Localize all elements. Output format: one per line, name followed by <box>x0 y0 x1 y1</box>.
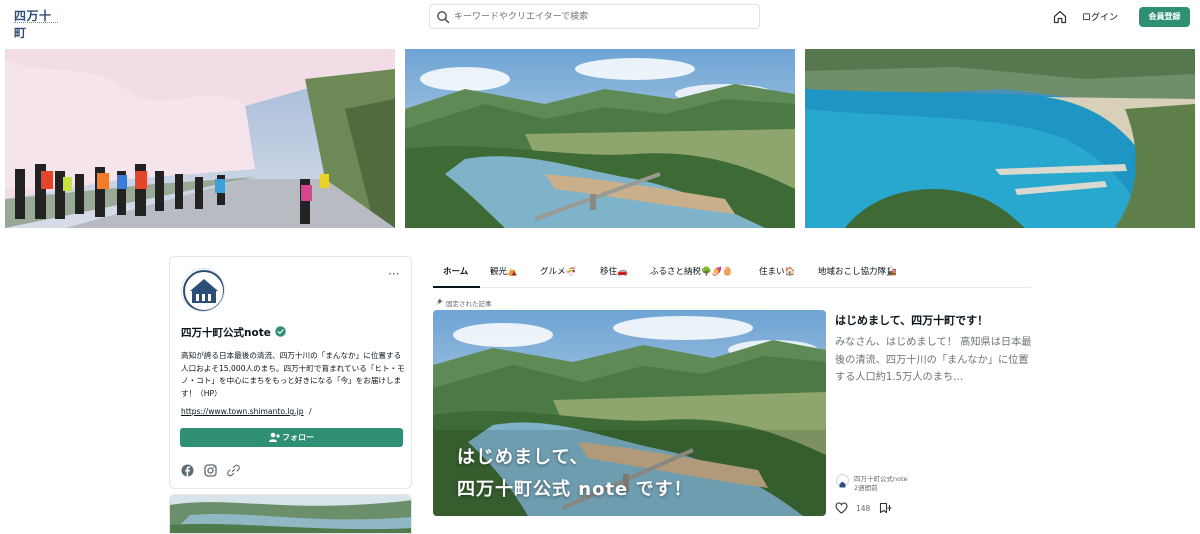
add-to-magazine-icon[interactable] <box>879 502 893 514</box>
profile-card: ··· 四万十町公式note 高知が誇る日本最後の清流、四万十川の「まんなか」に… <box>169 256 412 489</box>
article-excerpt: みなさん、はじめまして！ 高知県は日本最後の清流、四万十川の「まんなか」に位置す… <box>835 337 1032 383</box>
avatar[interactable] <box>181 268 225 312</box>
heart-icon[interactable] <box>835 502 848 514</box>
thumbnail-caption-line1: はじめまして、 <box>457 447 589 468</box>
pin-icon <box>436 298 443 306</box>
author-avatar[interactable] <box>836 474 849 488</box>
pinned-article-label: 固定された記事 <box>446 300 492 308</box>
profile-name[interactable]: 四万十町公式note <box>181 325 271 340</box>
tab-gourmet[interactable]: グルメ🍜 <box>540 265 576 277</box>
profile-bio: 高知が誇る日本最後の清流、四万十川の「まんなか」に位置する人口およそ15,000… <box>181 351 405 399</box>
like-count: 148 <box>856 504 871 513</box>
tab-housing[interactable]: 住まい🏠 <box>759 265 795 277</box>
tab-home[interactable]: ホーム <box>443 265 468 277</box>
search-box[interactable] <box>429 4 760 29</box>
site-logo[interactable]: 四万十町 <box>14 7 58 40</box>
top-header: 四万十町 ログイン 会員登録 <box>0 0 1200 40</box>
tab-sightseeing[interactable]: 観光⛺ <box>490 265 518 277</box>
tab-relocation[interactable]: 移住🚗 <box>600 265 628 277</box>
profile-url-link[interactable]: https://www.town.shimanto.lg.jp <box>181 407 304 416</box>
post-time: 2週間前 <box>854 484 878 492</box>
login-link[interactable]: ログイン <box>1082 10 1118 23</box>
verified-icon <box>275 326 286 337</box>
follow-label: フォロー <box>282 433 314 442</box>
banner-image-river <box>405 49 795 228</box>
active-tab-underline <box>433 286 480 288</box>
more-options-button[interactable]: ··· <box>388 267 399 281</box>
home-icon[interactable] <box>1052 9 1068 25</box>
logo-underline <box>14 22 58 25</box>
signup-button[interactable]: 会員登録 <box>1139 7 1190 27</box>
banner-image-sea <box>805 49 1195 228</box>
article-title[interactable]: はじめまして、四万十町です！ <box>835 312 988 328</box>
banner-image-marathon <box>5 49 395 228</box>
facebook-icon[interactable] <box>181 464 194 477</box>
tab-regional-cooperation[interactable]: 地域おこし協力隊🚂 <box>818 265 897 277</box>
search-icon <box>437 11 450 24</box>
follow-button[interactable]: フォロー <box>180 428 403 447</box>
profile-url-suffix: / <box>309 407 312 416</box>
link-icon[interactable] <box>227 464 240 477</box>
search-input[interactable] <box>454 7 754 26</box>
thumbnail-caption-line2: 四万十町公式 note です！ <box>457 479 693 500</box>
sidebar-thumbnail-image[interactable] <box>169 494 412 534</box>
article-thumbnail[interactable]: はじめまして、 四万十町公式 note です！ <box>433 310 826 516</box>
category-tabs: ホーム 観光⛺ グルメ🍜 移住🚗 ふるさと納税🌳🍠🥚 住まい🏠 地域おこし協力隊… <box>433 257 1031 288</box>
tab-furusato-tax[interactable]: ふるさと納税🌳🍠🥚 <box>650 265 733 277</box>
instagram-icon[interactable] <box>204 464 217 477</box>
add-user-icon <box>269 432 280 442</box>
